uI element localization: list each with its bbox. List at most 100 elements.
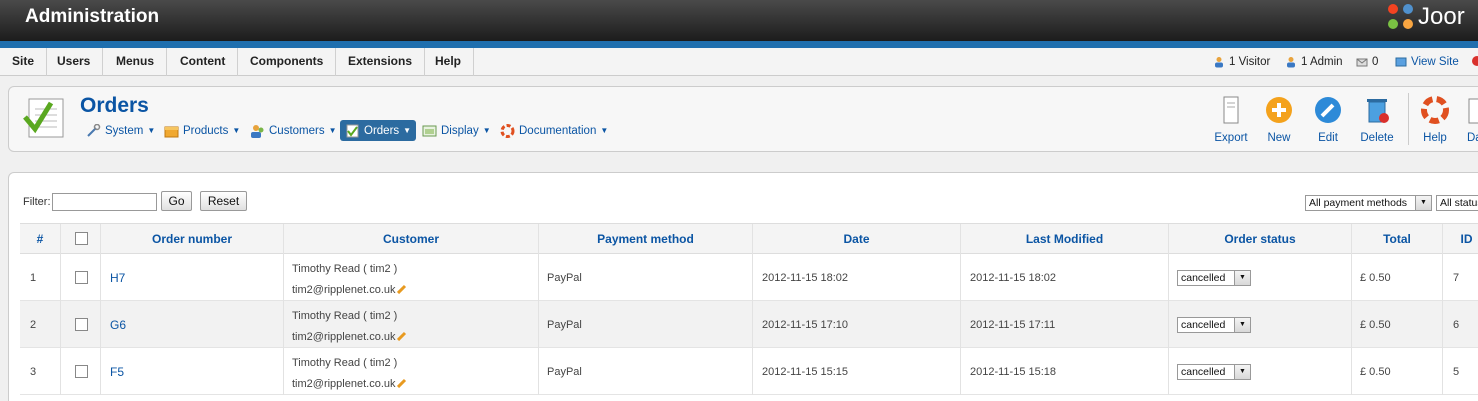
order-date: 2012-11-15 17:10	[762, 319, 849, 331]
col-select	[61, 224, 101, 255]
submenu-orders[interactable]: Orders ▼	[340, 120, 417, 141]
submenu-system[interactable]: System ▼	[81, 120, 160, 141]
order-modified: 2012-11-15 18:02	[970, 272, 1057, 284]
row-number: 3	[30, 366, 37, 378]
filter-label: Filter:	[23, 196, 51, 208]
row-checkbox[interactable]	[75, 365, 88, 378]
submenu-display[interactable]: Display ▼	[417, 120, 496, 141]
order-total: £ 0.50	[1360, 319, 1391, 331]
admin-title: Administration	[25, 6, 160, 27]
customer-email: tim2@ripplenet.co.uk	[292, 284, 407, 296]
order-status-select[interactable]: cancelled ▼	[1177, 364, 1251, 380]
submenu-customers-label: Customers	[269, 124, 325, 137]
joomla-logo-text: Joor	[1418, 3, 1465, 30]
edit-customer-icon[interactable]	[396, 378, 407, 388]
order-id: 6	[1453, 319, 1460, 331]
menu-help[interactable]: Help	[423, 48, 475, 76]
tools-icon	[87, 123, 101, 137]
col-customer[interactable]: Customer	[284, 224, 539, 255]
reset-button[interactable]: Reset	[200, 191, 247, 211]
submenu-products[interactable]: Products ▼	[159, 120, 245, 141]
plus-icon	[1266, 97, 1292, 123]
menu-users[interactable]: Users	[45, 48, 104, 76]
joomla-logo-icon	[1386, 2, 1416, 32]
chevron-down-icon: ▼	[1234, 365, 1250, 379]
order-status-value: cancelled	[1181, 366, 1226, 378]
col-payment-method[interactable]: Payment method	[539, 224, 753, 255]
dashboard-icon	[1468, 98, 1478, 124]
menu-content[interactable]: Content	[168, 48, 239, 76]
col-id[interactable]: ID	[1443, 224, 1478, 255]
menu-components[interactable]: Components	[238, 48, 337, 76]
col-order-status[interactable]: Order status	[1169, 224, 1352, 255]
chevron-down-icon: ▼	[1234, 318, 1250, 332]
filter-input[interactable]	[52, 193, 157, 211]
new-button[interactable]: New	[1256, 95, 1302, 145]
export-label: Export	[1214, 132, 1248, 144]
chevron-down-icon: ▼	[1415, 196, 1431, 210]
toolbar-panel: Orders System ▼ Products ▼ Customers ▼ Orde…	[8, 86, 1478, 152]
joomla-logo[interactable]: Joor	[1386, 2, 1465, 32]
delete-button[interactable]: Delete	[1354, 95, 1400, 145]
customer-name: Timothy Read ( tim2 )	[292, 357, 398, 369]
help-lifebuoy-icon	[1421, 96, 1449, 124]
order-total: £ 0.50	[1360, 366, 1391, 378]
submenu-customers[interactable]: Customers ▼	[245, 120, 342, 141]
order-status-select[interactable]: cancelled ▼	[1177, 317, 1251, 333]
row-checkbox[interactable]	[75, 318, 88, 331]
visitor-icon	[1215, 57, 1223, 68]
users-icon	[251, 124, 264, 138]
edit-customer-icon[interactable]	[396, 284, 407, 294]
submenu-orders-label: Orders	[364, 124, 400, 137]
main-menu: Site Users Menus Content Components Exte…	[0, 48, 1478, 76]
order-number-link[interactable]: G6	[110, 318, 126, 332]
col-number: #	[20, 224, 61, 255]
orders-icon	[346, 124, 359, 137]
menu-site[interactable]: Site	[0, 48, 48, 76]
new-label: New	[1267, 132, 1291, 144]
order-status-select[interactable]: cancelled ▼	[1177, 270, 1251, 286]
menu-extensions[interactable]: Extensions	[336, 48, 426, 76]
orders-panel: Filter: Go Reset All payment methods ▼ A…	[8, 172, 1478, 401]
chevron-down-icon: ▼	[1234, 271, 1250, 285]
help-label: Help	[1423, 132, 1447, 144]
status-visitors-label: 1 Visitor	[1229, 55, 1271, 68]
row-number: 2	[30, 319, 37, 331]
dashboard-button[interactable]: Da	[1457, 95, 1478, 145]
row-checkbox[interactable]	[75, 271, 88, 284]
payment-method-select[interactable]: All payment methods ▼	[1305, 195, 1432, 211]
display-icon	[422, 125, 437, 136]
edit-customer-icon[interactable]	[396, 331, 407, 341]
mail-icon	[1356, 58, 1368, 67]
export-button[interactable]: Export	[1208, 95, 1254, 145]
status-messages[interactable]: 0	[1356, 48, 1378, 76]
logout-icon[interactable]	[1472, 56, 1478, 66]
box-icon	[164, 126, 179, 137]
status-admins[interactable]: 1 Admin	[1285, 48, 1343, 76]
order-number-link[interactable]: H7	[110, 271, 125, 285]
table-row: 2 G6 Timothy Read ( tim2 ) tim2@ripplene…	[20, 301, 1478, 348]
status-admins-label: 1 Admin	[1301, 55, 1343, 68]
select-all-checkbox[interactable]	[75, 232, 88, 245]
admin-header: Administration Joor	[0, 0, 1478, 41]
help-button[interactable]: Help	[1412, 95, 1458, 145]
order-id: 7	[1453, 272, 1460, 284]
view-site-link[interactable]: View Site	[1395, 48, 1459, 76]
order-date: 2012-11-15 18:02	[762, 272, 849, 284]
col-order-number[interactable]: Order number	[101, 224, 284, 255]
payment-method: PayPal	[547, 366, 582, 378]
col-date[interactable]: Date	[753, 224, 961, 255]
edit-button[interactable]: Edit	[1305, 95, 1351, 145]
go-button[interactable]: Go	[161, 191, 192, 211]
order-status-filter-select[interactable]: All status	[1436, 195, 1478, 211]
order-status-value: cancelled	[1181, 272, 1226, 284]
customer-name: Timothy Read ( tim2 )	[292, 263, 398, 275]
row-number: 1	[30, 272, 37, 284]
status-visitors[interactable]: 1 Visitor	[1213, 48, 1270, 76]
submenu-documentation[interactable]: Documentation ▼	[495, 120, 613, 141]
col-total[interactable]: Total	[1352, 224, 1443, 255]
menu-menus[interactable]: Menus	[104, 48, 168, 76]
order-number-link[interactable]: F5	[110, 365, 124, 379]
admin-icon	[1287, 57, 1295, 68]
col-last-modified[interactable]: Last Modified	[961, 224, 1169, 255]
